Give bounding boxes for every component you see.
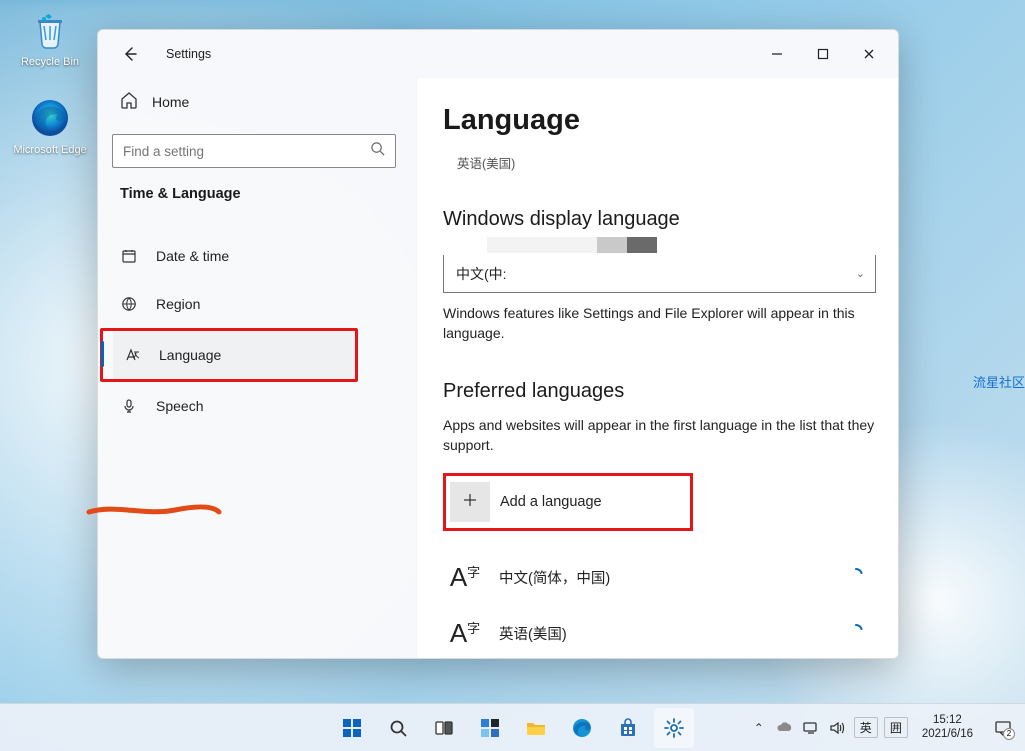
nav-date-time[interactable]: Date & time <box>110 232 402 280</box>
loading-spinner-icon <box>848 623 864 644</box>
nav-speech[interactable]: Speech <box>110 382 402 430</box>
taskbar-clock[interactable]: 15:12 2021/6/16 <box>916 714 979 742</box>
store-button[interactable] <box>608 708 648 748</box>
chevron-down-icon: ⌄ <box>856 267 865 280</box>
clock-time: 15:12 <box>922 714 973 728</box>
taskbar-search-button[interactable] <box>378 708 418 748</box>
nav-label: Language <box>159 347 221 363</box>
language-glyph-icon: A字 <box>445 562 485 593</box>
network-tray-icon[interactable] <box>802 719 820 737</box>
maximize-button[interactable] <box>800 38 846 70</box>
start-button[interactable] <box>332 708 372 748</box>
notification-center-button[interactable]: 2 <box>987 712 1019 744</box>
page-heading: Language <box>443 104 876 137</box>
add-language-button[interactable] <box>450 482 490 522</box>
home-icon <box>120 91 138 114</box>
watermark-text: 流星社区 <box>973 372 1025 391</box>
file-explorer-button[interactable] <box>516 708 556 748</box>
language-glyph-icon: A字 <box>445 618 485 649</box>
desktop-icon-label: Recycle Bin <box>12 56 88 69</box>
language-item[interactable]: A字 中文(简体，中国) <box>443 549 876 605</box>
ime-mode: 囲 <box>884 717 908 738</box>
edge-icon <box>28 96 72 140</box>
loading-spinner-icon <box>848 567 864 588</box>
home-nav[interactable]: Home <box>110 82 402 122</box>
display-language-dropdown[interactable]: 中文(中: ⌄ <box>443 255 876 293</box>
taskbar: ⌃ 英 囲 15:12 2021/6/16 2 <box>0 703 1025 751</box>
edge-taskbar-button[interactable] <box>562 708 602 748</box>
redaction-block <box>487 237 876 253</box>
sidebar: Home Time & Language Date & time Region <box>98 78 416 658</box>
desktop-icon-recycle-bin[interactable]: Recycle Bin <box>12 8 88 69</box>
titlebar: Settings <box>98 30 898 78</box>
desktop-icon-edge[interactable]: Microsoft Edge <box>12 96 88 157</box>
nav-region[interactable]: Region <box>110 280 402 328</box>
language-name: 中文(简体，中国) <box>499 567 610 588</box>
display-language-heading: Windows display language <box>443 208 876 231</box>
close-button[interactable] <box>846 38 892 70</box>
page-subtitle: 英语(美国) <box>457 153 876 172</box>
nav-label: Region <box>156 296 200 312</box>
notification-badge: 2 <box>1003 728 1015 740</box>
ime-lang: 英 <box>854 717 878 738</box>
display-language-value: 中文(中: <box>456 264 507 284</box>
display-language-desc: Windows features like Settings and File … <box>443 303 876 344</box>
calendar-icon <box>120 248 138 264</box>
settings-taskbar-button[interactable] <box>654 708 694 748</box>
volume-tray-icon[interactable] <box>828 719 846 737</box>
search-box[interactable] <box>112 134 396 168</box>
microphone-icon <box>120 398 138 414</box>
language-item[interactable]: A字 英语(美国) <box>443 605 876 658</box>
window-title: Settings <box>166 47 211 61</box>
annotation-squiggle <box>85 502 225 522</box>
nav-label: Date & time <box>156 248 229 264</box>
annotation-highlight-add-language: Add a language <box>443 473 693 531</box>
nav-language[interactable]: Language <box>113 331 355 379</box>
widgets-button[interactable] <box>470 708 510 748</box>
section-heading: Time & Language <box>110 182 402 208</box>
clock-date: 2021/6/16 <box>922 728 973 742</box>
ime-indicator[interactable]: 英 囲 <box>854 717 908 738</box>
settings-window: Settings Home Time & Language Date & tim… <box>97 29 899 659</box>
recycle-bin-icon <box>28 8 72 52</box>
minimize-button[interactable] <box>754 38 800 70</box>
nav-label: Speech <box>156 398 203 414</box>
search-input[interactable] <box>123 144 370 159</box>
content-pane: Language 英语(美国) Windows display language… <box>416 78 898 658</box>
search-icon <box>370 141 385 161</box>
back-button[interactable] <box>116 40 144 68</box>
globe-icon <box>120 296 138 312</box>
language-icon <box>123 347 141 364</box>
task-view-button[interactable] <box>424 708 464 748</box>
preferred-languages-desc: Apps and websites will appear in the fir… <box>443 415 876 456</box>
add-language-label: Add a language <box>500 494 602 510</box>
system-tray: ⌃ 英 囲 15:12 2021/6/16 2 <box>750 712 1025 744</box>
plus-icon <box>462 492 478 513</box>
preferred-languages-heading: Preferred languages <box>443 380 876 403</box>
tray-overflow-button[interactable]: ⌃ <box>750 721 768 735</box>
desktop-icon-label: Microsoft Edge <box>12 144 88 157</box>
onedrive-tray-icon[interactable] <box>776 719 794 737</box>
annotation-highlight-language: Language <box>100 328 358 382</box>
language-name: 英语(美国) <box>499 623 567 644</box>
home-label: Home <box>152 94 189 110</box>
